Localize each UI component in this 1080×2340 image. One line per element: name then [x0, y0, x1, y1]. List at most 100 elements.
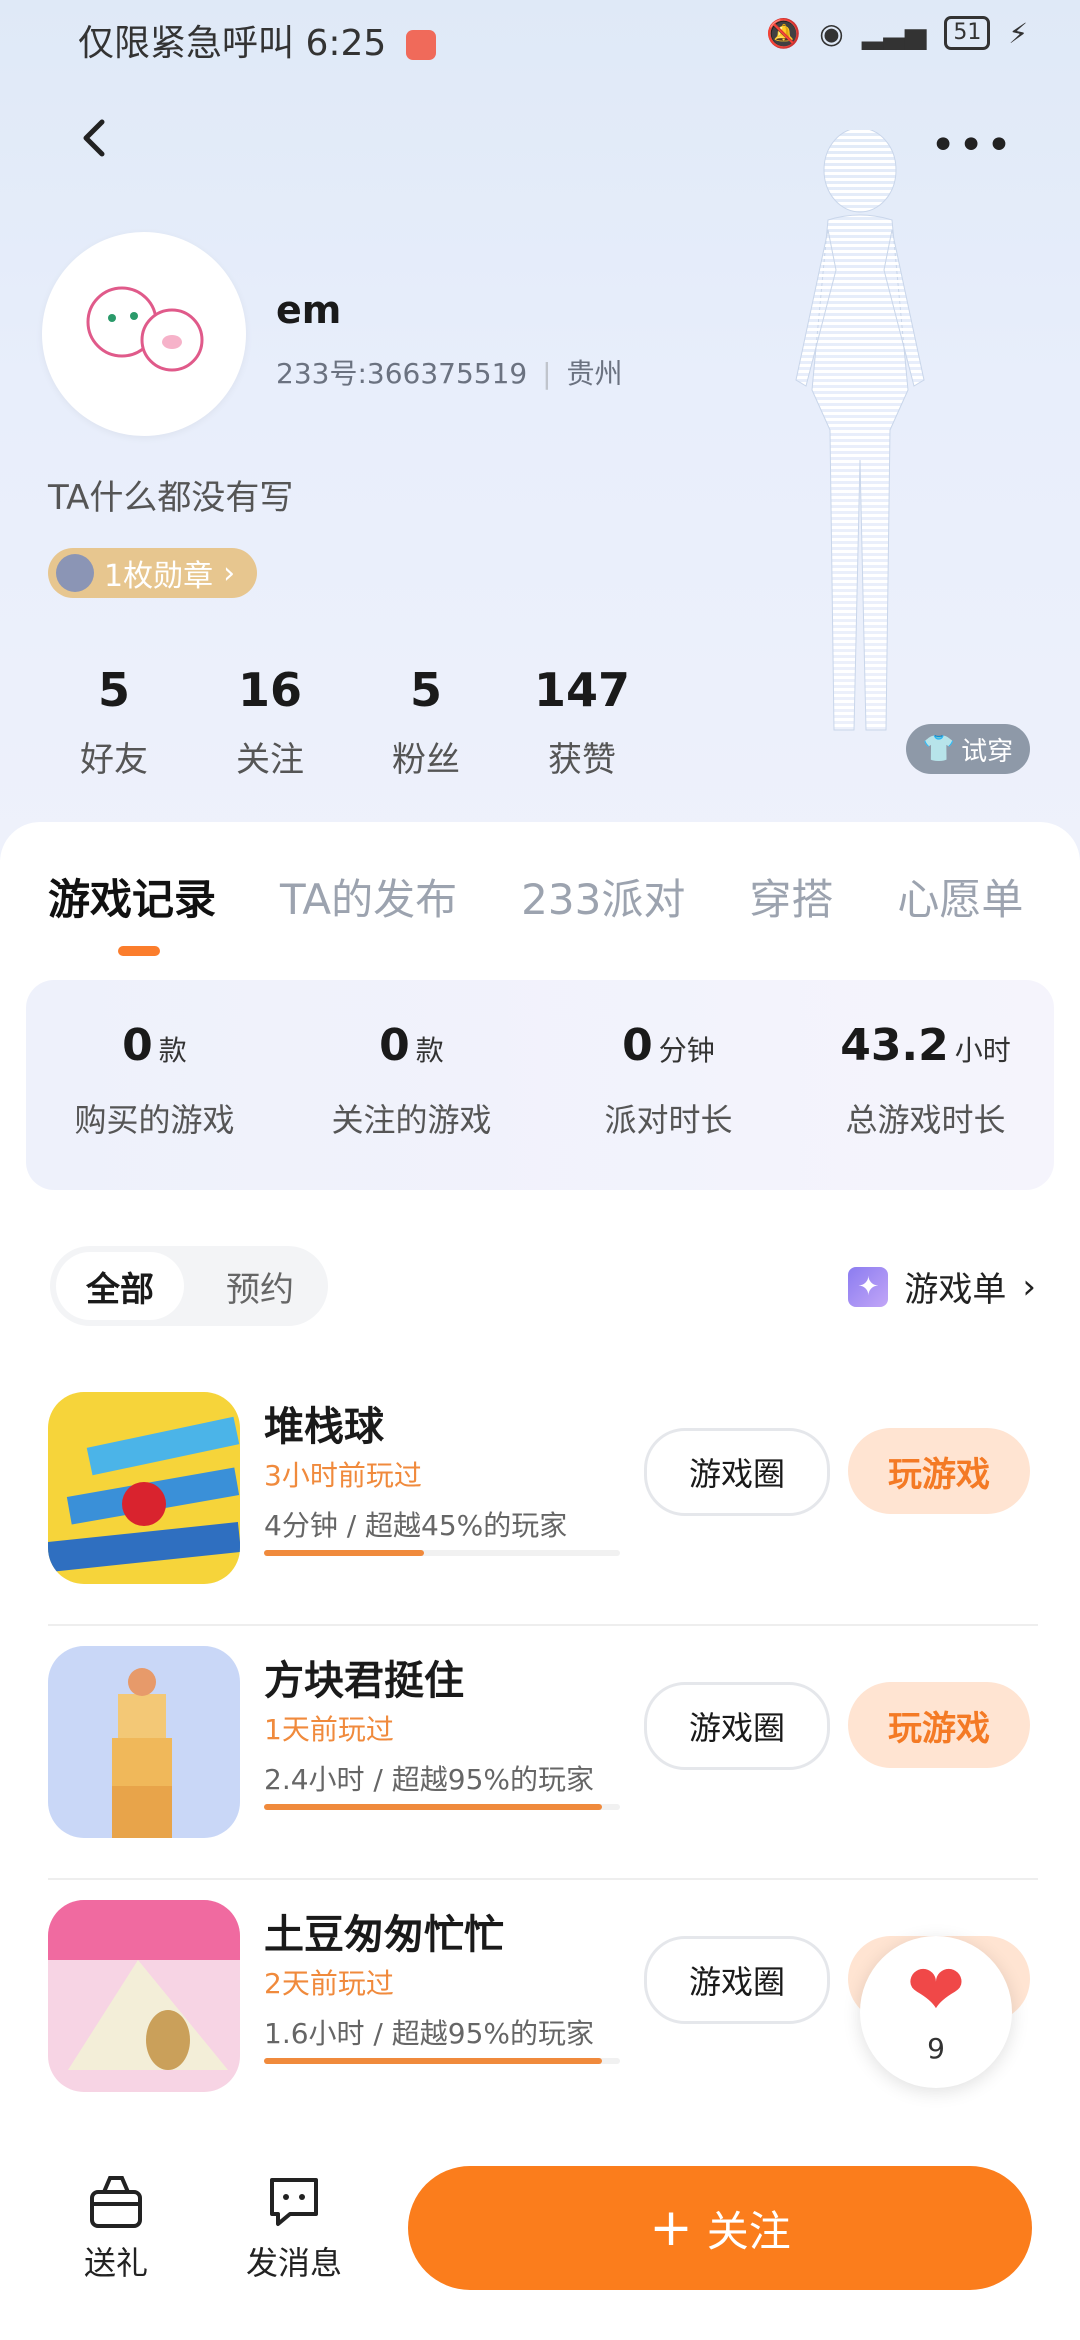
clock: 6:25: [305, 23, 387, 64]
more-options-icon[interactable]: •••: [930, 120, 1014, 171]
user-id: 233号:366375519: [276, 357, 528, 390]
tab-wishlist[interactable]: 心愿单: [897, 866, 1023, 927]
game-circle-button[interactable]: 游戏圈: [644, 1682, 830, 1770]
summary-unit: 分钟: [658, 1034, 715, 1067]
last-played: 3小时前玩过: [264, 1459, 422, 1492]
game-name: 土豆匆匆忙忙: [264, 1912, 504, 1958]
tab-game-records[interactable]: 游戏记录: [48, 866, 216, 927]
medal-label: 1枚勋章: [104, 559, 214, 594]
tab-posts[interactable]: TA的发布: [280, 866, 457, 927]
sparkle-icon: ✦: [848, 1266, 889, 1307]
stat-number: 5: [409, 663, 442, 717]
wifi-icon: ◉: [819, 16, 844, 50]
summary-label: 派对时长: [604, 1101, 733, 1139]
stat-friends[interactable]: 5 好友: [36, 662, 192, 781]
charging-icon: ⚡: [1008, 16, 1028, 50]
play-stats: 4分钟 / 超越45%的玩家: [264, 1509, 568, 1542]
stat-label: 获赞: [548, 740, 616, 780]
stat-following[interactable]: 16 关注: [192, 662, 348, 781]
filter-reserve[interactable]: 预约: [196, 1252, 324, 1320]
like-count: 9: [927, 2032, 945, 2065]
user-id-line: 233号:366375519 | 贵州: [276, 352, 622, 392]
status-left: 仅限紧急呼叫 6:25: [78, 14, 436, 66]
play-stats: 1.6小时 / 超越95%的玩家: [264, 2017, 594, 2050]
summary-unit: 款: [415, 1034, 444, 1067]
follow-button[interactable]: + 关注: [408, 2166, 1032, 2290]
medal-badge[interactable]: 1枚勋章 ›: [48, 548, 258, 598]
stat-label: 好友: [80, 740, 148, 780]
user-location: 贵州: [566, 357, 623, 390]
like-button[interactable]: ❤ 9: [860, 1936, 1012, 2088]
medal-icon: [56, 554, 94, 592]
game-row[interactable]: 方块君挺住 1天前玩过 2.4小时 / 超越95%的玩家 游戏圈 玩游戏: [48, 1624, 1038, 1880]
play-game-button[interactable]: 玩游戏: [848, 1428, 1030, 1514]
summary-party-time: 0 分钟 派对时长: [540, 980, 797, 1190]
gift-label: 送礼: [84, 2244, 149, 2282]
progress-fill: [264, 1550, 425, 1556]
stat-label: 粉丝: [392, 740, 460, 780]
tab-bar: 游戏记录 TA的发布 233派对 穿搭 心愿单: [48, 866, 1023, 927]
message-button[interactable]: 发消息: [246, 2174, 342, 2284]
summary-total-time: 43.2 小时 总游戏时长: [797, 980, 1054, 1190]
game-circle-button[interactable]: 游戏圈: [644, 1428, 830, 1516]
summary-label: 总游戏时长: [845, 1101, 1006, 1139]
last-played: 2天前玩过: [264, 1967, 394, 2000]
filter-all[interactable]: 全部: [56, 1252, 184, 1320]
game-summary: 0款 购买的游戏 0款 关注的游戏 0 分钟 派对时长 43.2 小时 总游戏时长: [26, 980, 1054, 1190]
avatar-3d-figure[interactable]: [740, 130, 980, 750]
stat-number: 147: [533, 663, 631, 717]
tab-party[interactable]: 233派对: [521, 866, 685, 927]
tab-outfit[interactable]: 穿搭: [749, 866, 833, 927]
follow-label: 关注: [706, 2206, 791, 2256]
summary-unit: 小时: [954, 1034, 1011, 1067]
summary-value: 43.2: [840, 1020, 949, 1071]
message-icon: [270, 2178, 318, 2226]
stat-fans[interactable]: 5 粉丝: [348, 662, 504, 781]
mute-icon: 🔕: [766, 16, 802, 50]
game-row[interactable]: 堆栈球 3小时前玩过 4分钟 / 超越45%的玩家 游戏圈 玩游戏: [48, 1370, 1038, 1626]
plus-icon: +: [649, 2198, 693, 2258]
stat-number: 16: [237, 663, 302, 717]
gift-button[interactable]: 送礼: [84, 2174, 148, 2284]
game-icon[interactable]: [48, 1392, 240, 1584]
progress-fill: [264, 2058, 603, 2064]
app-notification-icon: [405, 30, 436, 60]
summary-value: 0: [379, 1020, 410, 1071]
stat-label: 关注: [236, 740, 304, 780]
avatar[interactable]: [42, 232, 246, 436]
signal-icon: ▂▃▅: [861, 16, 927, 50]
progress-bar: [264, 1550, 620, 1556]
play-stats: 2.4小时 / 超越95%的玩家: [264, 1763, 594, 1796]
bio: TA什么都没有写: [48, 478, 294, 518]
stat-likes[interactable]: 147 获赞: [504, 662, 660, 781]
game-name: 方块君挺住: [264, 1658, 464, 1704]
progress-bar: [264, 2058, 620, 2064]
progress-bar: [264, 1804, 620, 1810]
top-bar: •••: [0, 100, 1080, 180]
game-circle-button[interactable]: 游戏圈: [644, 1936, 830, 2024]
try-on-button[interactable]: 👕 试穿: [906, 724, 1030, 774]
play-game-button[interactable]: 玩游戏: [848, 1682, 1030, 1768]
summary-label: 购买的游戏: [74, 1101, 235, 1139]
summary-value: 0: [622, 1020, 653, 1071]
username: em: [276, 288, 342, 332]
gift-icon: [90, 2176, 142, 2228]
bottom-action-bar: 送礼 发消息 + 关注: [0, 2130, 1080, 2340]
content-sheet: 游戏记录 TA的发布 233派对 穿搭 心愿单 0款 购买的游戏 0款 关注的游…: [0, 822, 1080, 2340]
summary-label: 关注的游戏: [331, 1101, 492, 1139]
game-icon[interactable]: [48, 1646, 240, 1838]
avatar-image: [86, 286, 204, 372]
game-icon[interactable]: [48, 1900, 240, 2092]
active-tab-indicator: [118, 946, 160, 956]
filter-toggle: 全部 预约: [50, 1246, 328, 1326]
status-bar: 仅限紧急呼叫 6:25 🔕 ◉ ▂▃▅ 51 ⚡: [0, 0, 1080, 72]
summary-purchased: 0款 购买的游戏: [26, 980, 283, 1190]
game-list-link[interactable]: ✦ 游戏单 ›: [848, 1262, 1036, 1311]
summary-value: 0: [122, 1020, 153, 1071]
game-list-label: 游戏单: [904, 1270, 1007, 1310]
try-on-label: 试穿: [961, 736, 1014, 767]
last-played: 1天前玩过: [264, 1713, 394, 1746]
back-icon[interactable]: [66, 108, 126, 168]
chevron-right-icon: ›: [1022, 1266, 1036, 1307]
summary-unit: 款: [158, 1034, 187, 1067]
